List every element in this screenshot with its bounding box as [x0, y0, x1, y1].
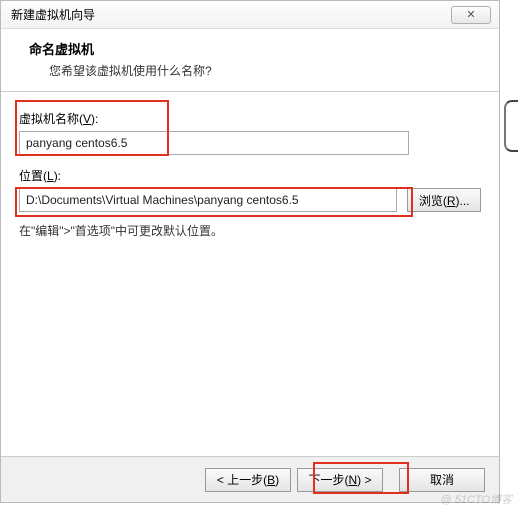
watermark: @ 51CTO博客	[441, 491, 512, 507]
wizard-content: 虚拟机名称(V): 位置(L): 浏览(R)... 在"编辑">"首选项"中可更…	[1, 92, 499, 253]
location-hint: 在"编辑">"首选项"中可更改默认位置。	[19, 222, 481, 239]
vm-name-label: 虚拟机名称(V):	[19, 110, 481, 127]
browse-button[interactable]: 浏览(R)...	[407, 188, 481, 212]
wizard-dialog: 新建虚拟机向导 ✕ 命名虚拟机 您希望该虚拟机使用什么名称? 虚拟机名称(V):…	[0, 0, 500, 503]
side-decor-icon	[504, 100, 518, 152]
wizard-title: 命名虚拟机	[29, 39, 483, 58]
location-input[interactable]	[19, 188, 397, 212]
back-button[interactable]: < 上一步(B)	[205, 468, 291, 492]
titlebar-title: 新建虚拟机向导	[11, 6, 95, 23]
close-button[interactable]: ✕	[451, 6, 491, 24]
vm-name-input[interactable]	[19, 131, 409, 155]
next-button[interactable]: 下一步(N) >	[297, 468, 383, 492]
close-icon: ✕	[466, 8, 475, 21]
location-label: 位置(L):	[19, 167, 481, 184]
wizard-footer: < 上一步(B) 下一步(N) > 取消	[1, 456, 499, 502]
titlebar: 新建虚拟机向导 ✕	[1, 1, 499, 29]
wizard-header: 命名虚拟机 您希望该虚拟机使用什么名称?	[1, 29, 499, 92]
cancel-button[interactable]: 取消	[399, 468, 485, 492]
wizard-subtitle: 您希望该虚拟机使用什么名称?	[29, 62, 483, 79]
